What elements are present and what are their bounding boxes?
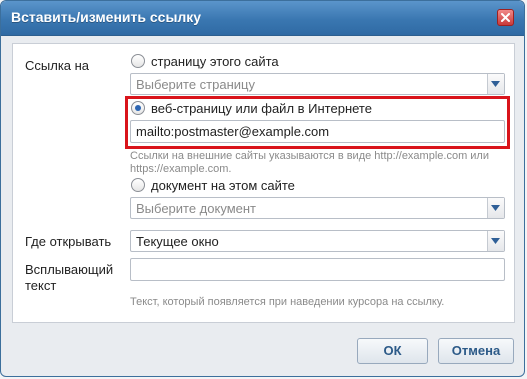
link-dialog: Вставить/изменить ссылку Ссылка на стран…	[0, 0, 525, 377]
open-in-select[interactable]: Текущее окно	[130, 230, 505, 252]
chevron-down-icon	[491, 81, 500, 87]
open-in-dropdown-button[interactable]	[487, 231, 504, 251]
page-select[interactable]: Выберите страницу	[130, 73, 505, 95]
chevron-down-icon	[491, 238, 500, 244]
tooltip-hint: Текст, который появляется при наведении …	[130, 296, 445, 308]
document-select[interactable]: Выберите документ	[130, 197, 505, 219]
document-select-value: Выберите документ	[136, 201, 256, 216]
close-button[interactable]	[497, 9, 514, 26]
radio-document-label: документ на этом сайте	[151, 177, 295, 193]
web-url-hint: Ссылки на внешние сайты указываются в ви…	[130, 150, 489, 175]
radio-web-page[interactable]: веб-страницу или файл в Интернете	[131, 99, 372, 117]
tooltip-input[interactable]	[130, 258, 505, 281]
web-url-input[interactable]	[130, 120, 505, 143]
dialog-title: Вставить/изменить ссылку	[11, 9, 202, 25]
chevron-down-icon	[491, 205, 500, 211]
radio-web-page-button[interactable]	[131, 101, 145, 115]
radio-document-button[interactable]	[131, 178, 145, 192]
dialog-titlebar[interactable]: Вставить/изменить ссылку	[1, 1, 524, 36]
tooltip-label: Всплывающий текст	[25, 262, 114, 293]
document-select-dropdown-button[interactable]	[487, 198, 504, 218]
radio-document[interactable]: документ на этом сайте	[131, 176, 295, 194]
link-to-label: Ссылка на	[25, 58, 90, 73]
radio-site-page-label: страницу этого сайта	[151, 53, 279, 69]
page-select-value: Выберите страницу	[136, 77, 255, 92]
radio-web-page-label: веб-страницу или файл в Интернете	[151, 100, 372, 116]
ok-button[interactable]: ОК	[357, 338, 428, 364]
dialog-content: Ссылка на страницу этого сайта Выберите …	[12, 43, 515, 323]
radio-site-page-button[interactable]	[131, 54, 145, 68]
open-in-label: Где открывать	[25, 234, 112, 249]
radio-site-page[interactable]: страницу этого сайта	[131, 52, 279, 70]
page-select-dropdown-button[interactable]	[487, 74, 504, 94]
close-icon	[501, 13, 510, 22]
open-in-select-value: Текущее окно	[136, 234, 219, 249]
cancel-button[interactable]: Отмена	[438, 338, 514, 364]
